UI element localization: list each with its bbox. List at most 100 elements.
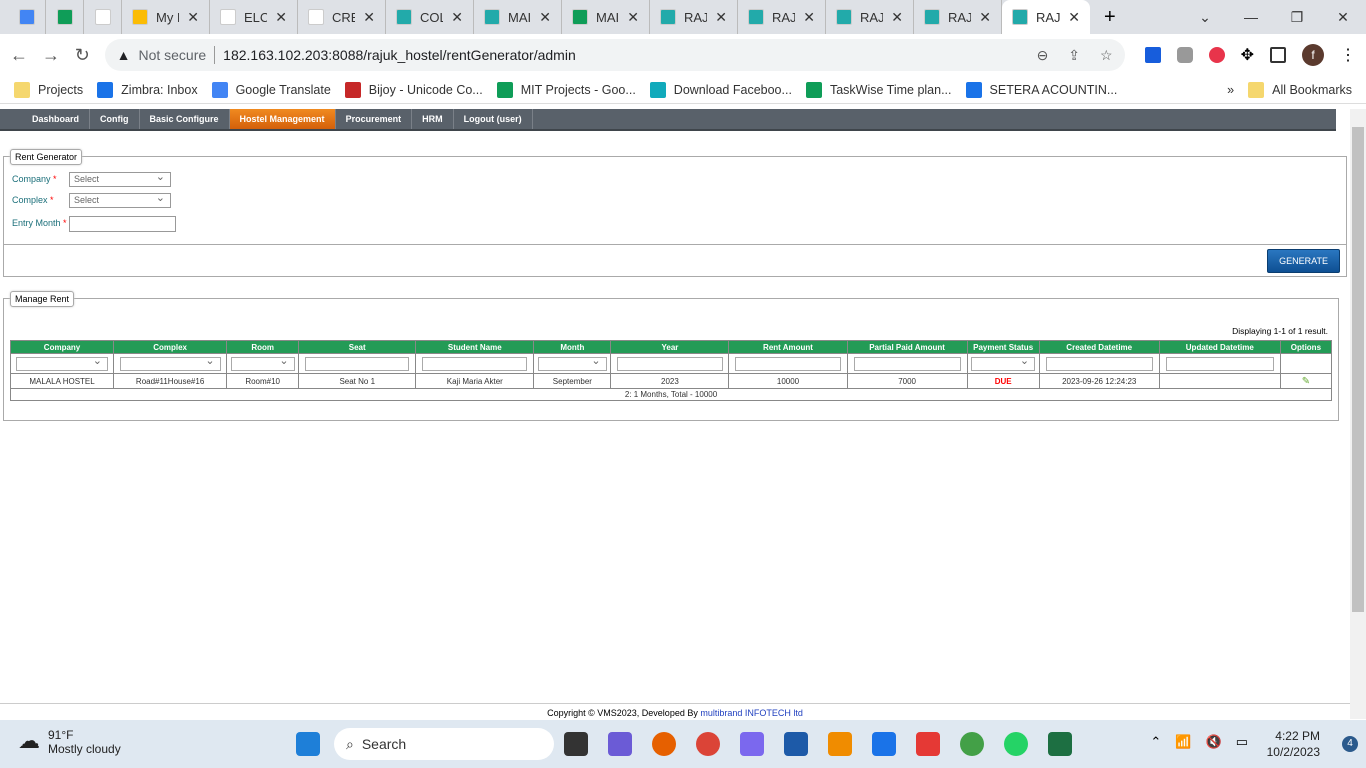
menu-item[interactable]: Config [90,109,140,129]
column-header[interactable]: Company [9,340,115,354]
notification-badge[interactable]: 4 [1342,736,1358,752]
weather-widget[interactable]: ☁ 91°F Mostly cloudy [18,728,121,756]
url-bar[interactable]: ▲ Not secure 182.163.102.203:8088/rajuk_… [104,39,1125,71]
browser-tab[interactable] [8,0,46,34]
browser-tab[interactable]: RAJ ✕ [738,0,826,34]
column-filter[interactable] [230,354,295,371]
column-header[interactable]: Year [610,340,730,354]
close-tab-icon[interactable]: ✕ [715,9,727,26]
column-filter[interactable] [119,354,221,371]
column-header[interactable]: Student Name [415,340,535,354]
zoom-icon[interactable]: ⊖ [1037,47,1049,64]
column-filter[interactable] [304,356,410,371]
tab-search-icon[interactable]: ⌄ [1182,9,1228,26]
complex-select[interactable]: Select [69,191,171,208]
browser-tab[interactable]: RAJ ✕ [826,0,914,34]
column-header[interactable]: Options [1279,340,1333,354]
menu-item[interactable]: HRM [412,109,454,129]
column-filter[interactable] [538,354,607,371]
profile-avatar[interactable]: f [1302,44,1324,66]
app-umbrella-icon[interactable] [960,732,984,756]
share-icon[interactable]: ⇪ [1068,47,1080,64]
bookmark-item[interactable]: TaskWise Time plan... [805,81,952,98]
column-header[interactable]: Partial Paid Amount [846,340,968,354]
page-scrollbar[interactable] [1350,109,1366,719]
task-view-icon[interactable] [564,732,588,756]
browser-tab[interactable]: CRE ✕ [298,0,386,34]
browser-tab[interactable]: RAJ ✕ [650,0,738,34]
column-header[interactable]: Created Datetime [1038,340,1160,354]
more-bookmarks-icon[interactable]: » [1227,83,1234,97]
firefox-icon[interactable] [652,732,676,756]
column-header[interactable]: Month [533,340,612,354]
column-filter[interactable] [422,356,528,371]
minimize-icon[interactable]: — [1228,9,1274,25]
clickup-icon[interactable] [740,732,764,756]
reload-icon[interactable]: ↻ [74,45,91,66]
close-tab-icon[interactable]: ✕ [891,9,903,26]
bookmark-item[interactable]: Bijoy - Unicode Co... [344,81,483,98]
bookmark-item[interactable]: Projects [14,81,83,98]
column-header[interactable]: Room [226,340,300,354]
bookmark-item[interactable]: MIT Projects - Goo... [496,81,636,98]
column-header[interactable]: Seat [298,340,417,354]
url-text[interactable]: 182.163.102.203:8088/rajuk_hostel/rentGe… [223,47,576,63]
column-header[interactable]: Complex [113,340,228,354]
bookmark-item[interactable]: SETERA ACOUNTIN... [965,81,1117,98]
restore-icon[interactable]: ❐ [1274,9,1320,26]
close-tab-icon[interactable]: ✕ [363,9,375,26]
column-filter[interactable] [853,356,961,371]
browser-tab[interactable]: RAJ ✕ [914,0,1002,34]
close-tab-icon[interactable]: ✕ [627,9,639,26]
close-tab-icon[interactable]: ✕ [187,9,199,26]
column-filter[interactable] [617,356,723,371]
browser-tab[interactable] [84,0,122,34]
extension-icon[interactable] [1208,47,1225,63]
forward-icon[interactable]: → [42,45,60,66]
browser-tab[interactable]: My Drive✕ [122,0,210,34]
menu-item[interactable]: Procurement [336,109,413,129]
menu-item[interactable]: Basic Configure [140,109,230,129]
close-tab-icon[interactable]: ✕ [451,9,463,26]
menu-item[interactable]: Dashboard [22,109,91,129]
system-tray[interactable]: ⌃ 📶 🔇 ▭ [1150,734,1248,750]
column-header[interactable]: Updated Datetime [1158,340,1281,354]
vlc-icon[interactable] [828,732,852,756]
whatsapp-icon[interactable] [1004,732,1028,756]
column-filter[interactable] [1165,356,1274,371]
bookmark-item[interactable]: Google Translate [211,81,331,98]
excel-icon[interactable] [1048,732,1072,756]
puzzle-icon[interactable]: ✥ [1241,45,1254,65]
bookmark-item[interactable]: Download Faceboo... [649,81,792,98]
menu-item[interactable]: Logout (user) [454,109,533,129]
generate-button[interactable]: GENERATE [1267,249,1340,273]
app-s-icon[interactable] [784,732,808,756]
menu-item[interactable]: Hostel Management [229,109,336,129]
column-filter[interactable] [735,356,841,371]
chrome-icon[interactable] [696,732,720,756]
browser-tab[interactable]: COL ✕ [386,0,474,34]
close-tab-icon[interactable]: ✕ [803,9,815,26]
all-bookmarks[interactable]: All Bookmarks [1248,81,1352,98]
clock[interactable]: 4:22 PM 10/2/2023 [1267,728,1320,760]
column-filter[interactable] [16,354,108,371]
edit-pencil-icon[interactable]: ✎ [1302,376,1310,387]
company-select[interactable]: Select [69,170,171,187]
star-icon[interactable]: ☆ [1100,47,1113,64]
browser-tab[interactable]: MAI ✕ [474,0,562,34]
bitwarden-icon[interactable] [1144,47,1161,63]
anydesk-icon[interactable] [916,732,940,756]
browser-tab[interactable] [46,0,84,34]
entry-month-input[interactable] [69,216,176,232]
column-header[interactable]: Payment Status [966,340,1040,354]
browser-tab[interactable]: MAI ✕ [562,0,650,34]
meet-icon[interactable] [608,732,632,756]
close-tab-icon[interactable]: ✕ [275,9,287,26]
camera-icon[interactable] [1176,47,1193,63]
close-tab-icon[interactable]: ✕ [539,9,551,26]
column-header[interactable]: Rent Amount [728,340,848,354]
side-panel-icon[interactable] [1270,47,1286,63]
close-window-icon[interactable]: ✕ [1320,9,1366,26]
taskbar-search[interactable]: ⌕ Search [334,728,554,760]
column-filter[interactable] [1045,356,1153,371]
